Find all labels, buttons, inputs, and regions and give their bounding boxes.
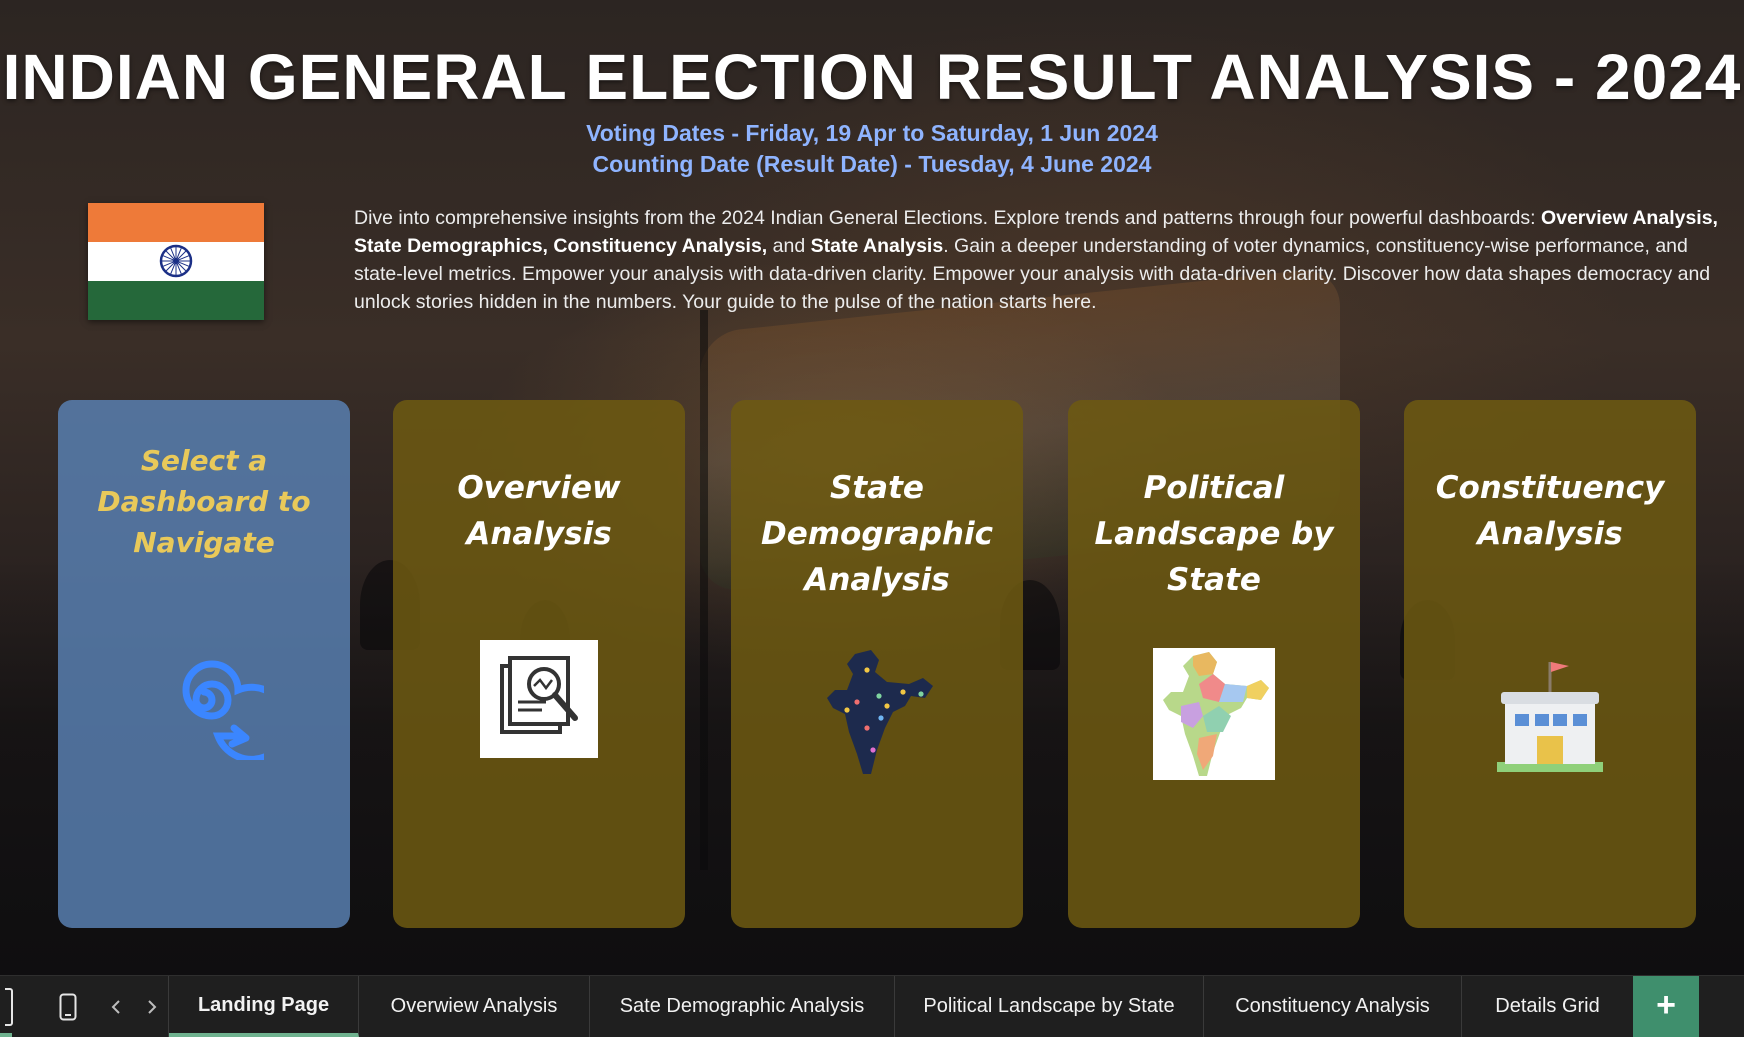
ashoka-chakra-icon — [159, 244, 193, 278]
tab-details-grid[interactable]: Details Grid — [1462, 976, 1633, 1037]
tab-political-landscape[interactable]: Political Landscape by State — [895, 976, 1204, 1037]
add-sheet-button[interactable]: + — [1633, 976, 1699, 1037]
navigate-prompt-label: Select a Dashboard to Navigate — [97, 444, 311, 559]
report-analysis-icon — [480, 640, 598, 758]
tab-overview-analysis[interactable]: Overwiew Analysis — [359, 976, 590, 1037]
date-info: Voting Dates - Friday, 19 Apr to Saturda… — [0, 118, 1744, 180]
dashboard-canvas: INDIAN GENERAL ELECTION RESULT ANALYSIS … — [0, 0, 1744, 975]
tab-state-demographic-analysis[interactable]: Sate Demographic Analysis — [590, 976, 895, 1037]
government-building-icon — [1497, 662, 1603, 772]
overview-analysis-label: Overview Analysis — [457, 470, 621, 552]
constituency-analysis-card[interactable]: Constituency Analysis — [1404, 400, 1696, 928]
tab-constituency-analysis[interactable]: Constituency Analysis — [1204, 976, 1462, 1037]
page-title: INDIAN GENERAL ELECTION RESULT ANALYSIS … — [2, 41, 1742, 113]
tab-landing-page[interactable]: Landing Page — [169, 976, 359, 1037]
constituency-analysis-label: Constituency Analysis — [1435, 470, 1665, 552]
scroll-right-icon[interactable] — [140, 976, 164, 1037]
mobile-layout-icon[interactable] — [50, 976, 86, 1037]
political-landscape-label: Political Landscape by State — [1094, 470, 1334, 598]
counting-date: Counting Date (Result Date) - Tuesday, 4… — [592, 151, 1152, 177]
add-sheet-icon: + — [1656, 986, 1676, 1024]
voting-dates: Voting Dates - Friday, 19 Apr to Saturda… — [586, 120, 1158, 146]
overview-analysis-card[interactable]: Overview Analysis — [393, 400, 685, 928]
state-demographic-analysis-label: State Demographic Analysis — [760, 470, 993, 598]
navigation-spiral-icon — [182, 660, 264, 760]
intro-paragraph: Dive into comprehensive insights from th… — [354, 207, 1718, 313]
navigate-prompt-card: Select a Dashboard to Navigate — [58, 400, 350, 928]
scroll-left-icon[interactable] — [104, 976, 128, 1037]
india-map-pins-icon — [827, 650, 933, 774]
political-landscape-card[interactable]: Political Landscape by State — [1068, 400, 1360, 928]
sheet-tab-bar: Landing Page Overwiew Analysis Sate Demo… — [0, 975, 1744, 1037]
india-states-map-icon — [1153, 648, 1275, 780]
india-flag-image — [88, 203, 264, 320]
page-view-indicator[interactable] — [0, 976, 18, 1037]
state-demographic-analysis-card[interactable]: State Demographic Analysis — [731, 400, 1023, 928]
